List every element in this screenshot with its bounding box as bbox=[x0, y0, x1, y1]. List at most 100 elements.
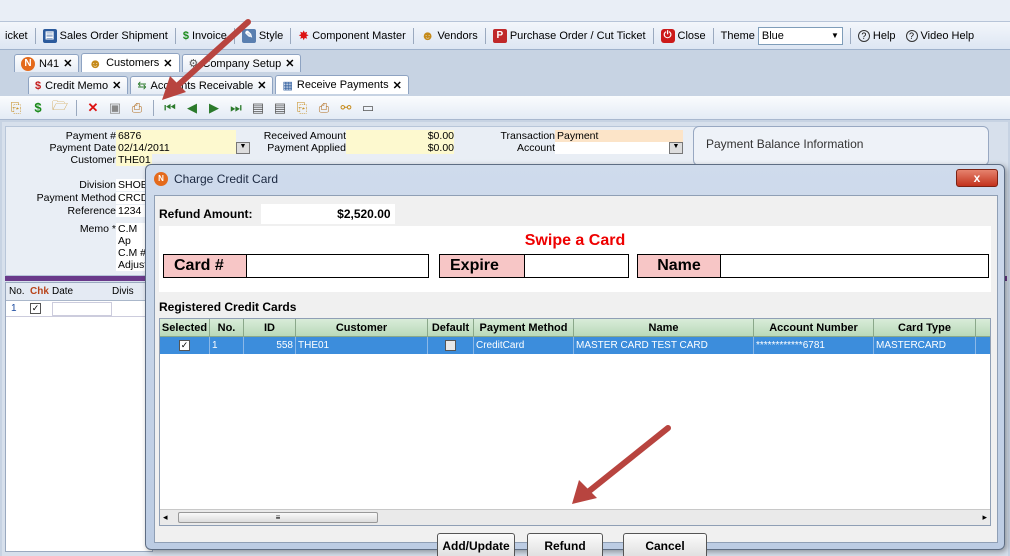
memo-row: Memo * C.M Ap C.M # Adjust bbox=[6, 223, 150, 271]
default-cell[interactable] bbox=[428, 337, 474, 354]
column-header[interactable]: Card Type bbox=[874, 319, 976, 336]
refund-amount-field[interactable]: $2,520.00 bbox=[260, 204, 395, 224]
toolbar-separator bbox=[76, 99, 77, 116]
scrollbar-thumb[interactable]: ≡ bbox=[178, 512, 378, 523]
print-icon[interactable]: ⎙ bbox=[316, 100, 332, 116]
payment-balance-title: Payment Balance Information bbox=[706, 137, 864, 151]
date-cell[interactable] bbox=[52, 301, 112, 316]
menu-item-sales-order-shipment[interactable]: ▤ Sales Order Shipment bbox=[38, 26, 173, 46]
row-checkbox[interactable]: ✓ bbox=[30, 303, 52, 314]
menu-item-close[interactable]: ⏻ Close bbox=[656, 26, 711, 46]
close-icon[interactable]: ✕ bbox=[163, 57, 172, 70]
cancel-button[interactable]: Cancel bbox=[623, 533, 707, 556]
column-header[interactable]: ID bbox=[244, 319, 296, 336]
grid-header: Selected No. ID Customer Default Payment… bbox=[160, 319, 990, 337]
folder-icon[interactable]: 🗁 bbox=[52, 97, 68, 119]
menu-item-component-master[interactable]: ✸ Component Master bbox=[293, 26, 410, 46]
column-header[interactable]: Customer bbox=[296, 319, 428, 336]
print-icon[interactable]: ⎙ bbox=[129, 100, 145, 116]
division-row: Division SHOE bbox=[6, 179, 150, 191]
close-icon[interactable]: ✕ bbox=[63, 57, 72, 70]
tab-company-setup[interactable]: ⚙ Company Setup ✕ bbox=[181, 54, 302, 72]
invoice-grid-header: No. Chk Date Divis bbox=[6, 283, 152, 301]
selected-checkbox[interactable]: ✓ bbox=[179, 340, 190, 351]
last-record-icon[interactable]: ⏭ bbox=[228, 100, 244, 116]
transaction-row: Transaction Payment bbox=[451, 130, 683, 142]
menu-item-style[interactable]: ✎ Style bbox=[237, 26, 288, 46]
menu-item-purchase-order[interactable]: P Purchase Order / Cut Ticket bbox=[488, 26, 651, 46]
component-icon: ✸ bbox=[298, 27, 310, 43]
menu-item-ticket[interactable]: icket bbox=[0, 26, 33, 46]
account-row: Account ▼ bbox=[451, 142, 683, 154]
refund-button[interactable]: Refund bbox=[527, 533, 603, 556]
tab-customers[interactable]: ☻ Customers ✕ bbox=[81, 53, 180, 72]
close-icon[interactable]: ✕ bbox=[257, 79, 266, 92]
received-amount-field[interactable]: $0.00 bbox=[346, 130, 454, 142]
name-label: Name bbox=[637, 254, 721, 278]
reference-row: Reference 1234 bbox=[6, 205, 150, 217]
column-header[interactable]: Name bbox=[574, 319, 754, 336]
first-record-icon[interactable]: ⏮ bbox=[162, 100, 178, 116]
default-checkbox[interactable] bbox=[445, 340, 456, 351]
column-header[interactable]: Account Number bbox=[754, 319, 874, 336]
add-update-button[interactable]: Add/Update bbox=[437, 533, 515, 556]
scroll-left-icon[interactable]: ◂ bbox=[163, 512, 168, 523]
account-field[interactable] bbox=[555, 142, 669, 154]
registered-cards-grid: Selected No. ID Customer Default Payment… bbox=[159, 318, 991, 526]
menu-item-video-help[interactable]: ? Video Help bbox=[901, 26, 980, 46]
table-row[interactable]: 1 ✓ bbox=[6, 301, 152, 317]
cardholder-name-input[interactable] bbox=[721, 254, 989, 278]
vendor-icon: ☻ bbox=[420, 28, 435, 43]
menu-item-vendors[interactable]: ☻ Vendors bbox=[416, 26, 483, 46]
name-cell: MASTER CARD TEST CARD bbox=[574, 337, 754, 354]
previous-record-icon[interactable]: ◀ bbox=[184, 100, 200, 116]
menu-separator bbox=[34, 27, 36, 44]
scroll-right-icon[interactable]: ▸ bbox=[982, 512, 987, 523]
chevron-down-icon[interactable]: ▼ bbox=[669, 142, 683, 154]
tab-receive-payments[interactable]: ▦ Receive Payments ✕ bbox=[275, 75, 409, 94]
selected-cell[interactable]: ✓ bbox=[160, 337, 210, 354]
truck-icon: ▤ bbox=[42, 28, 57, 43]
dialog-close-button[interactable]: x bbox=[956, 169, 998, 187]
close-icon[interactable]: ✕ bbox=[112, 79, 121, 92]
menu-separator bbox=[484, 27, 486, 44]
payment-no-field[interactable]: 6876 bbox=[116, 130, 236, 142]
menu-item-invoice[interactable]: $ Invoice bbox=[178, 26, 232, 46]
tab-credit-memo[interactable]: $ Credit Memo ✕ bbox=[28, 76, 129, 94]
record-toolbar: ⎘ $ 🗁 ✕ ▣ ⎙ ⏮ ◀ ▶ ⏭ ▤ ▤ ⎘ ⎙ ⚯ ▭ bbox=[0, 96, 1010, 120]
power-icon: ⏻ bbox=[660, 28, 675, 43]
report-icon[interactable]: ▤ bbox=[272, 100, 288, 116]
column-header[interactable]: No. bbox=[210, 319, 244, 336]
save-icon[interactable]: ▣ bbox=[107, 100, 123, 116]
next-record-icon[interactable]: ▶ bbox=[206, 100, 222, 116]
form-icon[interactable]: ▭ bbox=[360, 100, 376, 116]
tab-n41[interactable]: N N41 ✕ bbox=[14, 54, 80, 72]
column-header[interactable]: Selected bbox=[160, 319, 210, 336]
tab-strip-secondary: $ Credit Memo ✕ ⇆ Accounts Receivable ✕ … bbox=[0, 74, 1010, 94]
column-header[interactable]: Payment Method bbox=[474, 319, 574, 336]
binoculars-icon[interactable]: ⚯ bbox=[338, 100, 354, 116]
column-header[interactable]: Default bbox=[428, 319, 474, 336]
report-icon[interactable]: ▤ bbox=[250, 100, 266, 116]
n41-logo-icon: N bbox=[21, 56, 35, 71]
table-row[interactable]: ✓ 1 558 THE01 CreditCard MASTER CARD TES… bbox=[160, 337, 990, 354]
customer-cell: THE01 bbox=[296, 337, 428, 354]
dollar-icon[interactable]: $ bbox=[30, 100, 46, 115]
tab-accounts-receivable[interactable]: ⇆ Accounts Receivable ✕ bbox=[130, 76, 274, 94]
delete-icon[interactable]: ✕ bbox=[85, 100, 101, 116]
close-icon[interactable]: ✕ bbox=[393, 79, 402, 92]
payment-date-field[interactable]: 02/14/2011 bbox=[116, 142, 236, 154]
card-swipe-area: Swipe a Card Card # Expire Name bbox=[159, 226, 991, 292]
card-number-input[interactable] bbox=[247, 254, 429, 278]
payments-icon: ▦ bbox=[282, 79, 293, 92]
menu-item-help[interactable]: ? Help bbox=[853, 26, 901, 46]
theme-select[interactable]: Blue ▼ bbox=[757, 26, 843, 45]
help-icon: ? bbox=[857, 29, 870, 42]
close-icon[interactable]: ✕ bbox=[285, 57, 294, 70]
new-icon[interactable]: ⎘ bbox=[8, 100, 24, 116]
horizontal-scrollbar[interactable]: ◂ ≡ ▸ bbox=[160, 509, 990, 525]
expire-input[interactable] bbox=[525, 254, 629, 278]
transaction-field[interactable]: Payment bbox=[555, 130, 683, 142]
payment-method-row: Payment Method CRCD bbox=[36, 192, 150, 204]
new-icon[interactable]: ⎘ bbox=[294, 100, 310, 116]
